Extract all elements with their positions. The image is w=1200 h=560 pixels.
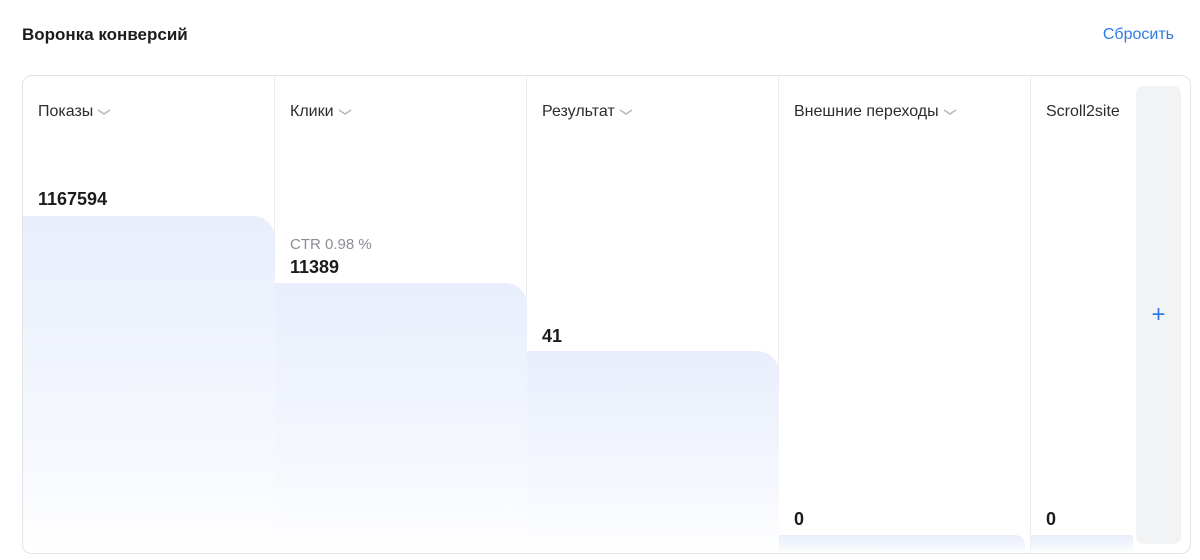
column-label: Внешние переходы xyxy=(794,103,939,120)
chevron-down-icon xyxy=(338,107,352,117)
column-selector-impressions[interactable]: Показы xyxy=(38,103,111,121)
funnel-bar-impressions xyxy=(23,216,275,553)
add-column-button[interactable]: + xyxy=(1136,86,1181,544)
funnel-column-result: Результат 41 xyxy=(527,76,779,553)
reset-link[interactable]: Сбросить xyxy=(1103,26,1174,44)
plus-icon: + xyxy=(1151,301,1166,328)
chevron-down-icon xyxy=(943,107,957,117)
metric-value-result: 41 xyxy=(542,326,563,346)
column-selector-scroll2site[interactable]: Scroll2site xyxy=(1046,103,1120,121)
column-selector-clicks[interactable]: Клики xyxy=(290,103,352,121)
column-label: Клики xyxy=(290,103,334,120)
funnel-columns: Показы 1167594 Клики CTR 0.98 % 11389 Ре… xyxy=(23,76,1133,553)
funnel-column-impressions: Показы 1167594 xyxy=(23,76,275,553)
column-label: Scroll2site xyxy=(1046,103,1120,120)
metric-value-scroll2site: 0 xyxy=(1046,509,1057,529)
funnel-bar-external-clicks xyxy=(779,535,1025,553)
funnel-column-clicks: Клики CTR 0.98 % 11389 xyxy=(275,76,527,553)
chevron-down-icon xyxy=(97,107,111,117)
chevron-down-icon xyxy=(619,107,633,117)
column-label: Результат xyxy=(542,103,615,120)
column-selector-external-clicks[interactable]: Внешние переходы xyxy=(794,103,957,121)
metric-value-clicks: 11389 xyxy=(290,257,340,277)
funnel-bar-result xyxy=(527,351,779,553)
metric-value-external-clicks: 0 xyxy=(794,509,805,529)
funnel-panel: Показы 1167594 Клики CTR 0.98 % 11389 Ре… xyxy=(22,75,1191,554)
page-title: Воронка конверсий xyxy=(22,25,188,44)
column-label: Показы xyxy=(38,103,94,120)
conversion-funnel-page: Воронка конверсий Сбросить Показы 116759… xyxy=(0,0,1200,560)
metric-value-impressions: 1167594 xyxy=(38,189,108,209)
metric-ctr: CTR 0.98 % xyxy=(290,236,372,253)
funnel-column-external-clicks: Внешние переходы 0 xyxy=(779,76,1031,553)
funnel-column-scroll2site: Scroll2site 0 xyxy=(1031,76,1133,553)
funnel-bar-scroll2site xyxy=(1031,535,1133,553)
funnel-bar-clicks xyxy=(275,283,527,553)
column-selector-result[interactable]: Результат xyxy=(542,103,633,121)
